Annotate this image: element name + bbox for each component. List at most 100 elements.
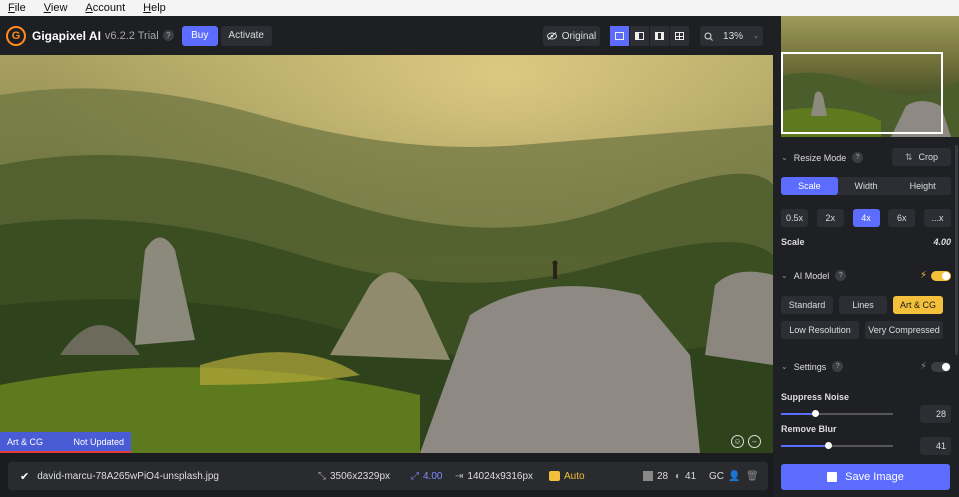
side-by-side-icon xyxy=(655,32,664,40)
input-size-value: 3506x2329px xyxy=(330,470,391,482)
blur-readout: ◐ 41 xyxy=(675,471,696,482)
ai-model-section: ⌄ AI Model ? ⚡ xyxy=(781,270,951,281)
suppress-noise-control: Suppress Noise 28 xyxy=(781,392,951,423)
input-size: ⤡ 3506x2329px xyxy=(318,471,390,482)
original-label: Original xyxy=(561,30,597,42)
menu-file[interactable]: File xyxy=(8,2,26,14)
model-standard-button[interactable]: Standard xyxy=(781,296,833,314)
auto-mode[interactable]: Auto xyxy=(549,471,585,482)
suppress-noise-value[interactable]: 28 xyxy=(920,405,951,423)
checkmark-icon[interactable]: ✔ xyxy=(20,470,29,483)
suppress-noise-slider[interactable] xyxy=(781,409,893,419)
output-icon: ⇥ xyxy=(455,470,464,482)
scale-chip-6x[interactable]: 6x xyxy=(888,209,916,227)
remove-blur-value[interactable]: 41 xyxy=(920,437,951,455)
tab-height[interactable]: Height xyxy=(894,177,951,195)
scale-chip-custom[interactable]: ...x xyxy=(924,209,951,227)
save-image-button[interactable]: Save Image xyxy=(781,464,950,490)
face-off-icon[interactable]: – xyxy=(748,435,761,448)
settings-header[interactable]: ⌄ Settings ? xyxy=(781,361,844,372)
menu-view[interactable]: View xyxy=(44,2,68,14)
scale-value: 4.00 xyxy=(933,237,951,247)
model-art-cg-button[interactable]: Art & CG xyxy=(893,296,943,314)
save-icon xyxy=(827,472,838,482)
remove-blur-slider[interactable] xyxy=(781,441,893,451)
blur-value: 41 xyxy=(685,470,697,482)
scale-chip-4x[interactable]: 4x xyxy=(852,209,880,227)
lightning-icon: ⚡ xyxy=(919,270,927,281)
gc-readout: GC 👤 xyxy=(709,471,740,482)
bottom-bar: ✔ david-marcu-78A265wPiO4-unsplash.jpg ⤡… xyxy=(0,453,773,497)
slider-knob[interactable] xyxy=(825,442,833,449)
face-controls: ☺ – xyxy=(731,435,761,448)
model-status-badge: Art & CG Not Updated xyxy=(0,432,131,453)
face-detect-icon[interactable]: ☺ xyxy=(731,435,744,448)
app-name: Gigapixel AI xyxy=(32,28,101,43)
auto-icon xyxy=(549,471,560,481)
menu-help[interactable]: Help xyxy=(143,2,166,14)
chevron-down-icon: ⌄ xyxy=(781,271,788,280)
model-low-resolution-button[interactable]: Low Resolution xyxy=(781,321,859,339)
view-mode-group xyxy=(610,26,689,46)
help-icon[interactable]: ? xyxy=(162,30,174,41)
landscape-image xyxy=(0,55,773,453)
view-single-button[interactable] xyxy=(610,26,629,46)
chevron-down-icon: ⌄ xyxy=(781,362,788,371)
view-split-button[interactable] xyxy=(630,26,649,46)
split-view-icon xyxy=(635,32,644,40)
slider-knob[interactable] xyxy=(811,410,819,417)
settings-section: ⌄ Settings ? ⚡ xyxy=(781,361,951,372)
view-grid-button[interactable] xyxy=(670,26,689,46)
file-name: david-marcu-78A265wPiO4-unsplash.jpg xyxy=(37,470,219,482)
top-toolbar: G Gigapixel AI v6.2.2 Trial ? Buy Activa… xyxy=(0,16,773,55)
app-version: v6.2.2 Trial xyxy=(104,29,159,42)
crop-label: Crop xyxy=(918,152,939,162)
app-logo-icon: G xyxy=(6,25,26,46)
image-canvas[interactable]: Art & CG Not Updated ☺ – xyxy=(0,55,773,453)
navigator-preview[interactable] xyxy=(781,16,959,137)
crop-button[interactable]: ⇅ Crop xyxy=(892,148,951,166)
help-icon[interactable]: ? xyxy=(835,270,847,281)
resize-mode-title: Resize Mode xyxy=(793,152,847,163)
resize-tabs: Scale Width Height xyxy=(781,177,951,195)
scale-chip-0-5x[interactable]: 0.5x xyxy=(781,209,808,227)
help-icon[interactable]: ? xyxy=(852,152,864,163)
suppress-noise-label: Suppress Noise xyxy=(781,392,850,402)
model-very-compressed-button[interactable]: Very Compressed xyxy=(865,321,943,339)
help-icon[interactable]: ? xyxy=(832,361,844,372)
tab-scale[interactable]: Scale xyxy=(781,177,838,195)
buy-button[interactable]: Buy xyxy=(181,25,218,46)
model-lines-button[interactable]: Lines xyxy=(839,296,887,314)
zoom-control[interactable]: 13% ⌄ xyxy=(700,26,763,46)
panel-scrollbar[interactable] xyxy=(955,145,958,355)
zoom-icon xyxy=(704,32,713,41)
output-size: ⇥ 14024x9316px xyxy=(455,471,533,482)
original-toggle-button[interactable]: Original xyxy=(543,26,600,46)
tab-width[interactable]: Width xyxy=(838,177,895,195)
noise-icon xyxy=(643,471,653,481)
menu-account[interactable]: Account xyxy=(85,2,125,14)
view-side-by-side-button[interactable] xyxy=(650,26,669,46)
remove-blur-label: Remove Blur xyxy=(781,424,837,434)
delete-button[interactable]: 🗑 xyxy=(746,471,759,482)
scale-chip-2x[interactable]: 2x xyxy=(816,209,844,227)
file-row[interactable]: ✔ david-marcu-78A265wPiO4-unsplash.jpg ⤡… xyxy=(8,462,768,490)
activate-button[interactable]: Activate xyxy=(220,25,272,46)
badge-status-label: Not Updated xyxy=(73,436,124,447)
chevron-down-icon: ⌄ xyxy=(753,33,759,40)
grid-view-icon xyxy=(675,32,684,40)
noise-readout: 28 xyxy=(643,471,668,482)
auto-model-toggle[interactable] xyxy=(931,270,951,281)
blur-icon: ◐ xyxy=(675,470,682,482)
chevron-down-icon: ⌄ xyxy=(781,153,788,162)
ai-model-header[interactable]: ⌄ AI Model ? xyxy=(781,270,847,281)
scale-readout-value: 4.00 xyxy=(423,470,443,482)
viewport-frame[interactable] xyxy=(781,52,943,134)
trash-icon: 🗑 xyxy=(746,470,759,482)
auto-label: Auto xyxy=(564,470,585,482)
auto-settings-toggle[interactable] xyxy=(931,361,951,372)
ai-model-title: AI Model xyxy=(793,270,830,281)
menu-bar: File View Account Help xyxy=(0,0,959,16)
eye-slash-icon xyxy=(546,32,557,40)
scale-label: Scale xyxy=(781,237,805,247)
